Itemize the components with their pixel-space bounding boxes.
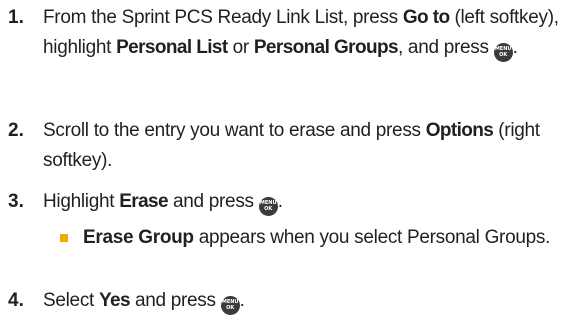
step-text-part: Scroll to the entry you want to erase an…	[43, 120, 426, 141]
menu-ok-icon: MENU OK	[493, 43, 513, 62]
step-number: 4.	[8, 290, 24, 311]
step-text: Highlight Erase and press MENU OK.	[43, 187, 561, 217]
menu-ok-icon: MENU OK	[258, 197, 278, 216]
ok-icon-label: OK	[264, 206, 273, 212]
step-text-part: or	[227, 37, 254, 58]
step-text: Scroll to the entry you want to erase an…	[43, 116, 561, 176]
step-text-part: From the Sprint PCS Ready Link List, pre…	[43, 7, 403, 28]
step-key-personal-list: Personal List	[116, 37, 228, 58]
step-text-part: Select	[43, 290, 99, 311]
ok-icon-label: OK	[499, 52, 508, 58]
step-number: 2.	[8, 120, 24, 141]
menu-ok-icon: MENU OK	[220, 296, 240, 315]
step-text-part: and press	[168, 191, 259, 212]
bullet-text: Erase Group appears when you select Pers…	[83, 223, 561, 253]
step-text-part: and press	[129, 290, 221, 311]
step-text-part: .	[277, 191, 283, 212]
step-text-part: .	[239, 290, 245, 311]
step-text-part: Highlight	[43, 191, 120, 212]
ok-icon-label: OK	[226, 305, 235, 311]
step-key-erase: Erase	[119, 191, 168, 212]
step-key-personal-groups: Personal Groups	[253, 37, 399, 58]
step-key-options: Options	[425, 120, 494, 141]
step-text: Select Yes and press MENU OK.	[43, 286, 561, 316]
bullet-square-icon	[60, 234, 68, 242]
step-text: From the Sprint PCS Ready Link List, pre…	[43, 3, 561, 63]
note-key-erase-group: Erase Group	[83, 227, 194, 248]
step-key-yes: Yes	[99, 290, 131, 311]
step-number: 1.	[8, 7, 24, 28]
step-number: 3.	[8, 191, 24, 212]
step-key-go-to: Go to	[402, 7, 450, 28]
step-text-part: .	[512, 37, 518, 58]
step-text-part: , and press	[397, 37, 494, 58]
note-text-part: appears when you select Personal Groups.	[193, 227, 551, 248]
